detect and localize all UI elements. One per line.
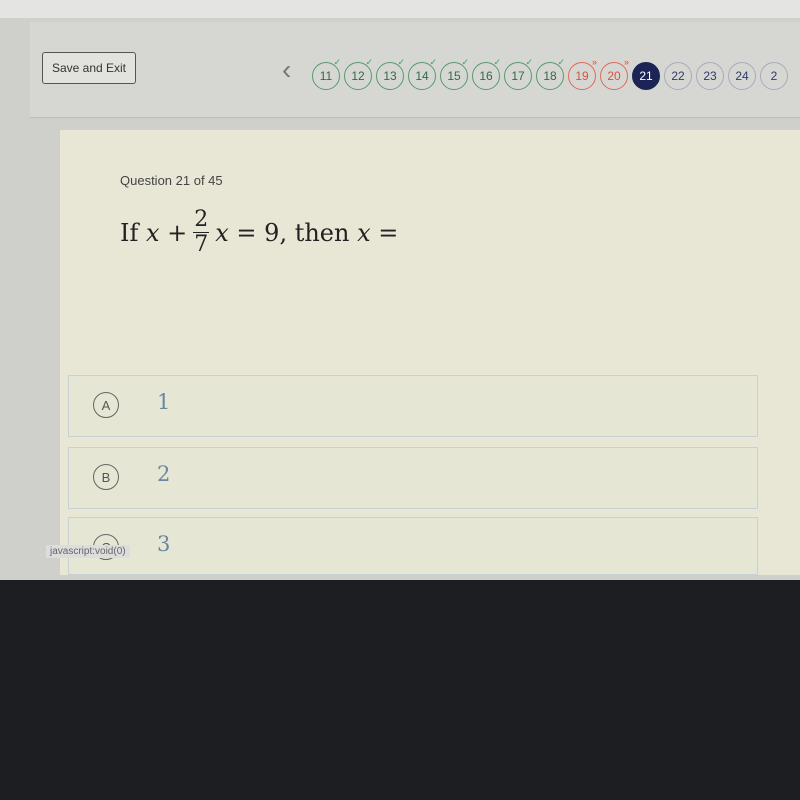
choice-value: 2 xyxy=(157,462,171,486)
fraction-denominator: 7 xyxy=(194,232,209,257)
check-icon: ✓ xyxy=(525,57,533,67)
question-number: 16 xyxy=(479,69,493,83)
fraction: 2 7 xyxy=(193,207,210,257)
question-number: 24 xyxy=(735,69,749,83)
question-equation: If 𝑥 + 2 7 𝑥 = 9, then 𝑥 = xyxy=(120,208,398,257)
choice-letter: A xyxy=(93,392,119,418)
check-icon: ✓ xyxy=(397,57,405,67)
question-number: 12 xyxy=(351,69,365,83)
question-number: 13 xyxy=(383,69,397,83)
check-icon: ✓ xyxy=(557,57,565,67)
question-number: 22 xyxy=(671,69,685,83)
question-23-button[interactable]: 23 xyxy=(696,62,724,90)
question-12-button[interactable]: 12 ✓ xyxy=(344,57,373,90)
fraction-numerator: 2 xyxy=(194,207,209,232)
question-17-button[interactable]: 17 ✓ xyxy=(504,57,533,90)
question-20-button[interactable]: 20» xyxy=(600,57,629,90)
question-16-button[interactable]: 16 ✓ xyxy=(472,57,501,90)
flag-icon: » xyxy=(623,57,629,67)
question-19-button[interactable]: 19» xyxy=(568,57,597,90)
question-number: 19 xyxy=(575,69,589,83)
choice-value: 1 xyxy=(157,390,171,414)
question-number: 15 xyxy=(447,69,461,83)
question-number: 23 xyxy=(703,69,717,83)
question-13-button[interactable]: 13 ✓ xyxy=(376,57,405,90)
question-navigator: 11 ✓ 12 ✓ 13 ✓ 14 ✓ 15 ✓ 16 ✓ 17 ✓ 18 ✓ 19» 20» 21 22 23 24 2 xyxy=(312,57,788,90)
choice-b[interactable]: B 2 xyxy=(68,447,758,509)
check-icon: ✓ xyxy=(429,57,437,67)
flag-icon: » xyxy=(591,57,597,67)
question-15-button[interactable]: 15 ✓ xyxy=(440,57,469,90)
question-18-button[interactable]: 18 ✓ xyxy=(536,57,565,90)
question-number: 17 xyxy=(511,69,525,83)
choice-a[interactable]: A 1 xyxy=(68,375,758,437)
check-icon: ✓ xyxy=(365,57,373,67)
top-strip xyxy=(0,0,800,18)
check-icon: ✓ xyxy=(461,57,469,67)
choice-c[interactable]: C 3 xyxy=(68,517,758,575)
check-icon: ✓ xyxy=(333,57,341,67)
screen: Save and Exit ‹ 11 ✓ 12 ✓ 13 ✓ 14 ✓ 15 ✓ 16 ✓ 17 ✓ 18 ✓… xyxy=(0,0,800,580)
question-number: 20 xyxy=(607,69,621,83)
check-icon: ✓ xyxy=(493,57,501,67)
question-24-button[interactable]: 24 xyxy=(728,62,756,90)
choice-letter: B xyxy=(93,464,119,490)
choice-value: 3 xyxy=(157,532,171,556)
equation-suffix: 𝑥 = 9, then 𝑥 = xyxy=(215,218,399,247)
chevron-left-icon[interactable]: ‹ xyxy=(282,56,291,84)
status-bar-url: javascript:void(0) xyxy=(46,545,130,558)
equation-prefix: If 𝑥 + xyxy=(120,218,188,247)
question-number: 2 xyxy=(770,69,778,83)
question-number: 21 xyxy=(639,69,653,83)
question-11-button[interactable]: 11 ✓ xyxy=(312,57,341,90)
question-2-button[interactable]: 2 xyxy=(760,62,788,90)
question-number: 11 xyxy=(319,69,333,83)
question-number: 18 xyxy=(543,69,557,83)
header: Save and Exit ‹ 11 ✓ 12 ✓ 13 ✓ 14 ✓ 15 ✓ 16 ✓ 17 ✓ 18 ✓… xyxy=(30,22,800,118)
question-counter: Question 21 of 45 xyxy=(120,173,223,188)
question-number: 14 xyxy=(415,69,429,83)
question-22-button[interactable]: 22 xyxy=(664,62,692,90)
question-14-button[interactable]: 14 ✓ xyxy=(408,57,437,90)
question-21-button[interactable]: 21 xyxy=(632,62,660,90)
save-and-exit-button[interactable]: Save and Exit xyxy=(42,52,136,84)
